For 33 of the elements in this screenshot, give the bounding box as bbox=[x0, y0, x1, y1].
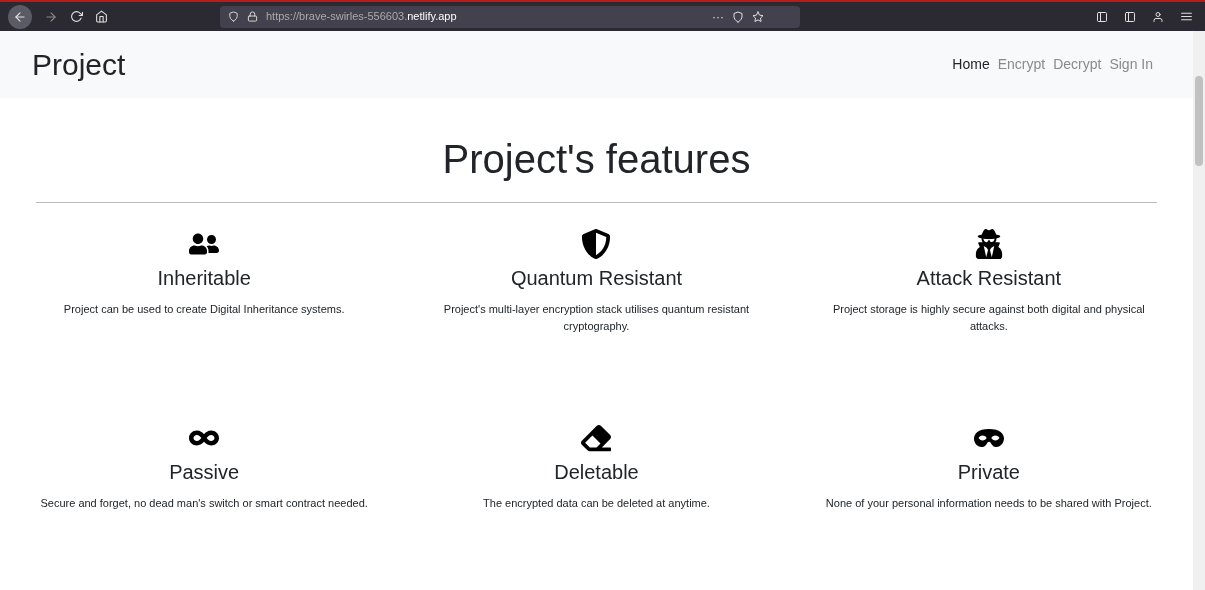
page-actions-button[interactable]: ··· bbox=[712, 7, 724, 26]
brand-title[interactable]: Project bbox=[32, 42, 126, 87]
feature-title: Attack Resistant bbox=[916, 266, 1062, 291]
feature-title: Inheritable bbox=[157, 266, 251, 291]
shield-icon bbox=[581, 229, 612, 259]
menu-icon[interactable] bbox=[1180, 10, 1193, 23]
nav-link[interactable]: Home bbox=[952, 54, 990, 75]
forward-icon[interactable] bbox=[44, 9, 58, 24]
feature-description: Project can be used to create Digital Inheritance systems. bbox=[63, 302, 345, 317]
home-icon[interactable] bbox=[95, 10, 108, 23]
url-domain: netlify.app bbox=[407, 10, 457, 23]
url-text: https://brave-swirles-556603. bbox=[266, 10, 408, 23]
back-arrow-icon bbox=[13, 9, 27, 24]
feature-title: Passive bbox=[169, 460, 240, 485]
feature-title: Private bbox=[957, 460, 1020, 485]
reload-icon[interactable] bbox=[70, 10, 83, 23]
page-heading: Project's features bbox=[441, 136, 752, 183]
scrollbar[interactable] bbox=[1193, 31, 1205, 590]
sidebar-icon[interactable] bbox=[1124, 10, 1136, 23]
feature-description: Project's multi-layer encryption stack utilises quantum resistant cryptography. bbox=[442, 302, 751, 334]
feature-description: The encrypted data can be deleted at anytime. bbox=[483, 496, 710, 511]
account-icon[interactable] bbox=[1152, 10, 1164, 23]
shield-icon bbox=[228, 11, 239, 22]
star-icon[interactable] bbox=[752, 10, 764, 23]
spy-icon bbox=[973, 229, 1004, 259]
back-button[interactable] bbox=[8, 4, 32, 29]
feature-description: Project storage is highly secure against both digital and physical attacks. bbox=[831, 302, 1146, 334]
eraser-icon bbox=[581, 423, 612, 453]
lock-icon bbox=[247, 11, 258, 22]
feature-title: Deletable bbox=[554, 460, 639, 485]
feature-title: Quantum Resistant bbox=[510, 266, 683, 291]
feature-description: None of your personal information needs to be shared with Project. bbox=[825, 496, 1152, 511]
feature-description: Secure and forget, no dead man's switch or smart contract needed. bbox=[40, 496, 368, 511]
